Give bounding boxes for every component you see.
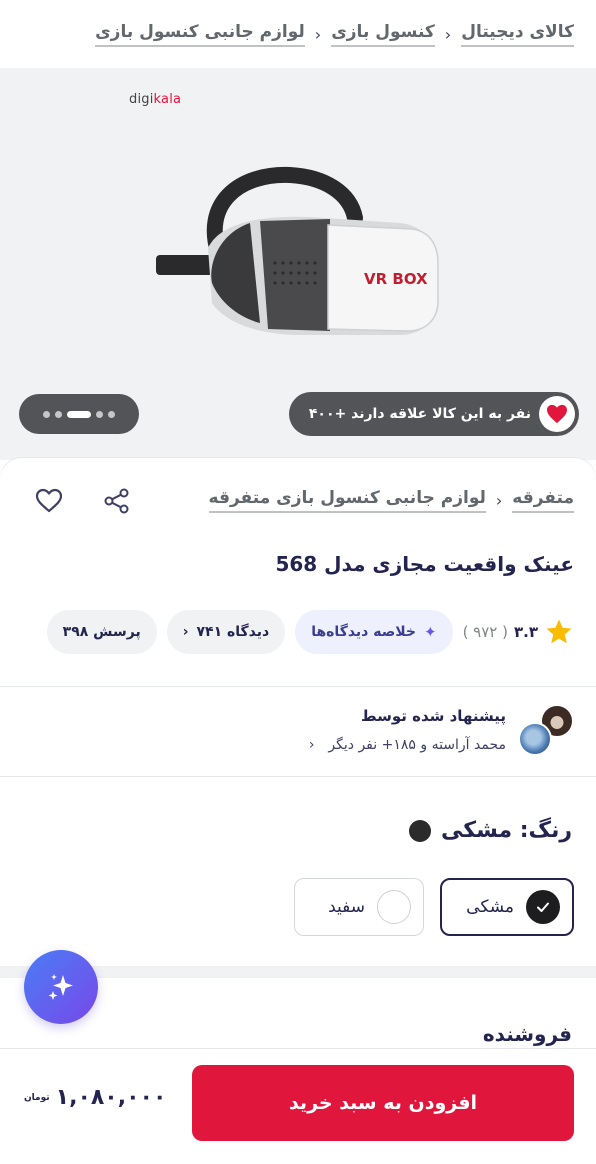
sparkle-icon: ✦ <box>423 623 437 641</box>
product-title: عینک واقعیت مجازی مدل 568 <box>275 552 574 576</box>
category-link-accessories-misc[interactable]: لوازم جانبی کنسول بازی متفرقه <box>208 488 486 513</box>
gallery-dot[interactable] <box>43 410 50 418</box>
color-heading-label: رنگ: مشکی <box>441 818 572 843</box>
heart-filled-icon <box>539 396 575 432</box>
breadcrumb-item-console[interactable]: کنسول بازی <box>331 22 435 47</box>
reviews-label: ۷۴۱ دیدگاه <box>196 624 270 640</box>
category-breadcrumb: متفرقه › لوازم جانبی کنسول بازی متفرقه <box>208 488 574 513</box>
color-option-label: مشکی <box>466 897 514 917</box>
avatar <box>518 722 552 756</box>
price: ۱,۰۸۰,۰۰۰ تومان <box>24 1085 166 1110</box>
bottom-purchase-bar: افزودن به سبد خرید ۱,۰۸۰,۰۰۰ تومان <box>0 1048 596 1164</box>
chevron-left-icon: › <box>308 737 315 753</box>
recommended-by[interactable]: پیشنهاد شده توسط محمد آراسته و ۱۸۵+ نفر … <box>309 704 574 756</box>
gallery-dot[interactable] <box>96 410 103 418</box>
rating-value: ۳.۳ <box>513 623 538 641</box>
questions-chip[interactable]: ۳۹۸ پرسش <box>46 610 157 654</box>
product-image: VR BOX <box>156 166 439 335</box>
color-option-white[interactable]: سفید <box>294 878 424 936</box>
price-currency: تومان <box>24 1092 50 1103</box>
brand-logo: digikala <box>129 92 182 107</box>
rating-count: ( ۹۷۲ ) <box>462 623 508 641</box>
product-meta-row: ۳.۳ ( ۹۷۲ ) ✦ خلاصه دیدگاه‌ها ۷۴۱ دیدگاه… <box>46 610 574 654</box>
color-option-black[interactable]: مشکی <box>440 878 574 936</box>
gallery-dot-active[interactable] <box>67 410 91 418</box>
star-icon <box>546 619 572 644</box>
divider <box>0 686 596 687</box>
gallery-pagination[interactable] <box>19 394 139 434</box>
selected-color-swatch <box>409 819 432 842</box>
questions-label: ۳۹۸ پرسش <box>62 624 141 640</box>
color-option-label: سفید <box>328 897 365 917</box>
share-icon[interactable] <box>102 486 132 516</box>
sparkles-icon <box>48 974 73 1000</box>
divider <box>0 776 596 777</box>
gallery-dot[interactable] <box>55 410 62 418</box>
product-gallery[interactable]: digikala VR BOX ۴۰۰+ نفر به این کالا علا… <box>0 68 596 460</box>
chevron-left-icon: › <box>314 24 322 44</box>
heart-outline-icon[interactable] <box>34 486 64 516</box>
ai-summary-chip[interactable]: ✦ خلاصه دیدگاه‌ها <box>295 610 453 654</box>
check-icon <box>526 890 560 924</box>
breadcrumb: کالای دیجیتال › کنسول بازی › لوازم جانبی… <box>0 0 596 68</box>
favorite-count-text: ۴۰۰+ نفر به این کالا علاقه دارند <box>308 406 531 422</box>
favorite-count-pill[interactable]: ۴۰۰+ نفر به این کالا علاقه دارند <box>289 392 579 436</box>
color-heading: رنگ: مشکی <box>409 818 572 843</box>
recommended-subtitle: محمد آراسته و ۱۸۵+ نفر دیگر <box>328 737 506 753</box>
product-rating[interactable]: ۳.۳ ( ۹۷۲ ) <box>463 617 574 647</box>
breadcrumb-item-accessories[interactable]: لوازم جانبی کنسول بازی <box>95 22 305 47</box>
avatar-group <box>518 704 574 756</box>
vr-box-logo: VR BOX <box>364 270 428 288</box>
price-value: ۱,۰۸۰,۰۰۰ <box>55 1085 167 1110</box>
ai-summary-label: خلاصه دیدگاه‌ها <box>311 624 416 640</box>
add-to-cart-button[interactable]: افزودن به سبد خرید <box>192 1065 574 1141</box>
chevron-left-icon: › <box>182 624 189 640</box>
chevron-left-icon: › <box>495 491 503 510</box>
chevron-left-icon: › <box>444 24 452 44</box>
gallery-dot[interactable] <box>108 410 115 418</box>
reviews-chip[interactable]: ۷۴۱ دیدگاه › <box>166 610 286 654</box>
breadcrumb-item-digital[interactable]: کالای دیجیتال <box>461 22 574 47</box>
seller-heading: فروشنده <box>482 1022 572 1046</box>
category-link-misc[interactable]: متفرقه <box>512 488 574 513</box>
recommended-title: پیشنهاد شده توسط <box>361 707 506 725</box>
ai-assistant-button[interactable] <box>24 950 98 1024</box>
color-swatch-white <box>377 890 411 924</box>
